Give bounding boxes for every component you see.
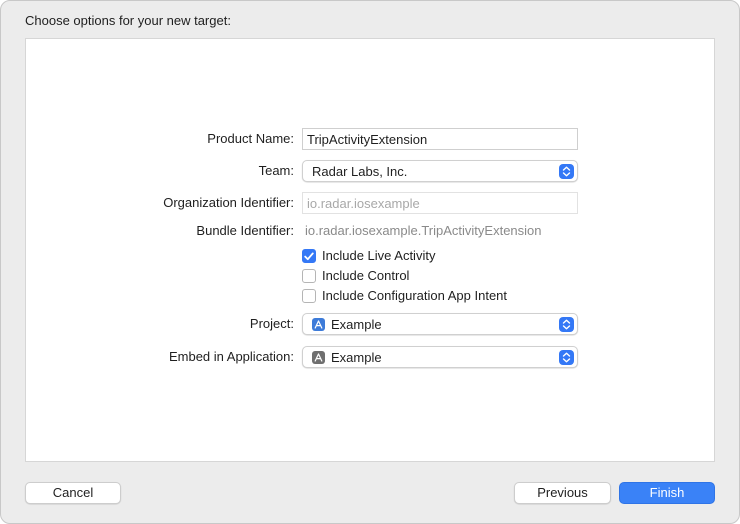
include-live-activity-label: Include Live Activity <box>322 248 436 263</box>
xcode-project-icon <box>312 318 325 331</box>
team-popup-button[interactable]: Radar Labs, Inc. <box>302 160 578 182</box>
product-name-label: Product Name: <box>207 131 294 146</box>
up-down-chevron-icon <box>559 350 574 365</box>
sheet-title: Choose options for your new target: <box>25 13 231 28</box>
product-name-field[interactable] <box>302 128 578 150</box>
team-popup-value: Radar Labs, Inc. <box>312 164 408 179</box>
product-name-row: Product Name: <box>26 128 716 150</box>
new-target-options-sheet: Choose options for your new target: Prod… <box>0 0 740 524</box>
include-live-activity-checkbox[interactable] <box>302 249 316 263</box>
include-control-label: Include Control <box>322 268 410 283</box>
include-control-checkbox-row[interactable]: Include Control <box>302 267 602 285</box>
include-configuration-app-intent-checkbox-row[interactable]: Include Configuration App Intent <box>302 287 602 305</box>
organization-identifier-row: Organization Identifier: <box>26 192 716 214</box>
embed-in-application-popup-value: Example <box>331 350 382 365</box>
up-down-chevron-icon <box>559 317 574 332</box>
cancel-button[interactable]: Cancel <box>25 482 121 504</box>
app-icon <box>312 351 325 364</box>
project-row: Project: Example <box>26 313 716 335</box>
team-row: Team: Radar Labs, Inc. <box>26 160 716 182</box>
up-down-chevron-icon <box>559 164 574 179</box>
project-popup-value: Example <box>331 317 382 332</box>
options-panel: Product Name: Team: Radar Labs, Inc. Org… <box>25 38 715 462</box>
organization-identifier-field[interactable] <box>302 192 578 214</box>
team-label: Team: <box>258 163 294 178</box>
finish-button[interactable]: Finish <box>619 482 715 504</box>
embed-in-application-popup-button[interactable]: Example <box>302 346 578 368</box>
bundle-identifier-value: io.radar.iosexample.TripActivityExtensio… <box>305 223 542 238</box>
organization-identifier-label: Organization Identifier: <box>163 195 294 210</box>
include-control-checkbox[interactable] <box>302 269 316 283</box>
include-live-activity-checkbox-row[interactable]: Include Live Activity <box>302 247 602 265</box>
include-configuration-app-intent-label: Include Configuration App Intent <box>322 288 508 303</box>
embed-in-application-row: Embed in Application: Example <box>26 346 716 368</box>
project-label: Project: <box>249 316 294 331</box>
previous-button[interactable]: Previous <box>514 482 611 504</box>
embed-in-application-label: Embed in Application: <box>168 349 294 364</box>
include-configuration-app-intent-checkbox[interactable] <box>302 289 316 303</box>
checkmark-icon <box>304 252 314 260</box>
bundle-identifier-label: Bundle Identifier: <box>196 223 294 238</box>
project-popup-button[interactable]: Example <box>302 313 578 335</box>
bundle-identifier-row: Bundle Identifier: io.radar.iosexample.T… <box>26 220 716 242</box>
